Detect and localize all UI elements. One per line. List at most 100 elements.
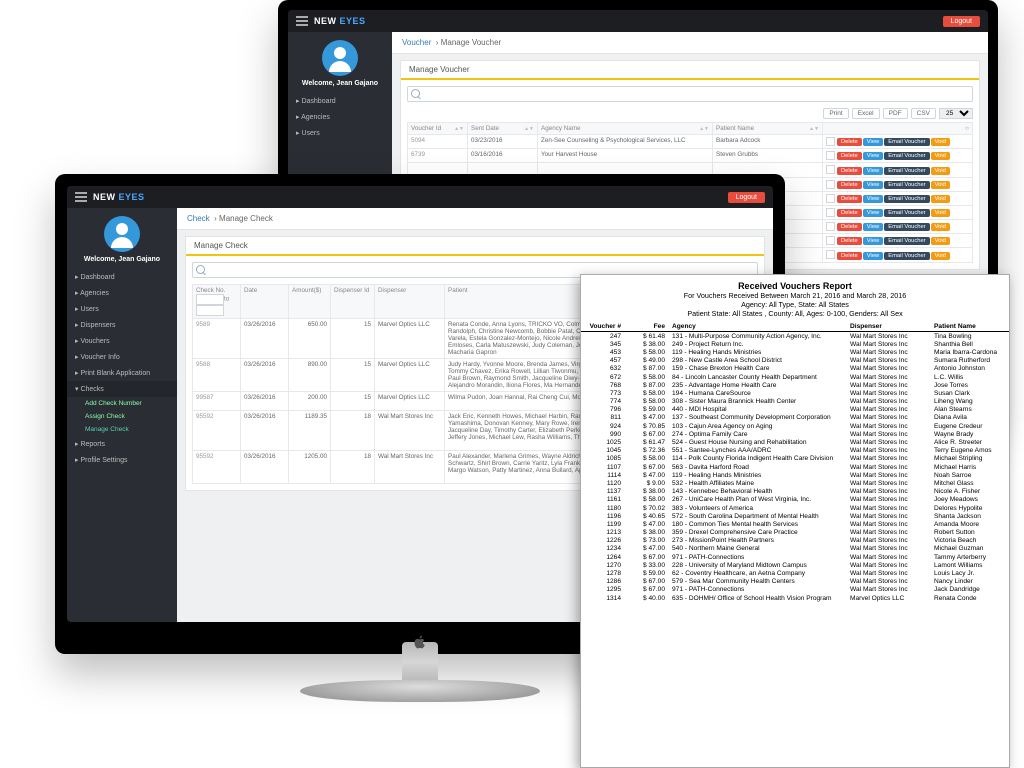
table-row: 1226$ 73.00273 - MissionPoint Health Par… (581, 537, 1009, 545)
email-button[interactable]: Email Voucher (884, 252, 929, 260)
col-dispid[interactable]: Dispenser Id (331, 285, 375, 319)
col-date[interactable]: Date (241, 285, 289, 319)
void-button[interactable]: Void (931, 223, 950, 231)
void-button[interactable]: Void (931, 167, 950, 175)
sidebar-item[interactable]: ▸ Print Blank Application (67, 365, 177, 381)
email-button[interactable]: Email Voucher (884, 209, 929, 217)
sidebar-item[interactable]: ▾ Checks (67, 381, 177, 397)
sidebar-subitem[interactable]: Add Check Number (67, 397, 177, 410)
sidebar-item[interactable]: ▸ Reports (67, 436, 177, 452)
pagesize-select[interactable]: 25 (939, 108, 973, 119)
sidebar-subitem[interactable]: Manage Check (67, 423, 177, 436)
col-agency[interactable]: Agency Name▲▼ (538, 123, 713, 135)
view-button[interactable]: View (863, 152, 883, 160)
email-button[interactable]: Email Voucher (884, 237, 929, 245)
sidebar-item[interactable]: ▸ Dashboard (288, 93, 392, 109)
delete-button[interactable]: Delete (837, 237, 862, 245)
sidebar-item[interactable]: ▸ Users (67, 301, 177, 317)
delete-button[interactable]: Delete (837, 195, 862, 203)
sidebar-item[interactable]: ▸ Agencies (288, 109, 392, 125)
col-dispenser[interactable]: Dispenser (375, 285, 445, 319)
void-button[interactable]: Void (931, 209, 950, 217)
row-checkbox[interactable] (826, 180, 835, 189)
view-button[interactable]: View (863, 181, 883, 189)
email-button[interactable]: Email Voucher (884, 223, 929, 231)
delete-button[interactable]: Delete (837, 209, 862, 217)
view-button[interactable]: View (863, 223, 883, 231)
row-checkbox[interactable] (826, 222, 835, 231)
delete-button[interactable]: Delete (837, 252, 862, 260)
topbar: NEW EYES Logout (288, 10, 988, 32)
print-button[interactable]: Print (823, 108, 848, 119)
delete-button[interactable]: Delete (837, 181, 862, 189)
breadcrumb-root[interactable]: Voucher (402, 38, 431, 47)
report-range: For Vouchers Received Between March 21, … (589, 291, 1001, 300)
checkno-from[interactable] (196, 294, 224, 305)
sidebar-item[interactable]: ▸ Vouchers (67, 333, 177, 349)
view-button[interactable]: View (863, 252, 883, 260)
table-row: 796$ 59.00440 - MDI HospitalWal Mart Sto… (581, 406, 1009, 414)
sidebar-item[interactable]: ▸ Dashboard (67, 269, 177, 285)
table-row: 345$ 38.00249 - Project Return Inc.Wal M… (581, 340, 1009, 348)
row-checkbox[interactable] (826, 236, 835, 245)
view-button[interactable]: View (863, 167, 883, 175)
breadcrumb-root[interactable]: Check (187, 214, 210, 223)
sidebar-subitem[interactable]: Assign Check (67, 410, 177, 423)
email-button[interactable]: Email Voucher (884, 167, 929, 175)
void-button[interactable]: Void (931, 138, 950, 146)
void-button[interactable]: Void (931, 237, 950, 245)
sidebar-item[interactable]: ▸ Profile Settings (67, 452, 177, 468)
logout-button[interactable]: Logout (728, 192, 765, 203)
delete-button[interactable]: Delete (837, 152, 862, 160)
view-button[interactable]: View (863, 209, 883, 217)
table-row: 990$ 67.00274 - Optima Family CareWal Ma… (581, 430, 1009, 438)
void-button[interactable]: Void (931, 152, 950, 160)
brand: NEW EYES (93, 192, 145, 202)
void-button[interactable]: Void (931, 181, 950, 189)
delete-button[interactable]: Delete (837, 167, 862, 175)
delete-button[interactable]: Delete (837, 138, 862, 146)
email-button[interactable]: Email Voucher (884, 195, 929, 203)
row-checkbox[interactable] (826, 208, 835, 217)
view-button[interactable]: View (863, 195, 883, 203)
view-button[interactable]: View (863, 138, 883, 146)
search-input[interactable] (407, 86, 973, 102)
sidebar-item[interactable]: ▸ Dispensers (67, 317, 177, 333)
col-amount[interactable]: Amount($) (289, 285, 331, 319)
logout-button[interactable]: Logout (943, 16, 980, 27)
row-checkbox[interactable] (826, 194, 835, 203)
row-checkbox[interactable] (826, 151, 835, 160)
void-button[interactable]: Void (931, 195, 950, 203)
col-fee: Fee (627, 322, 669, 332)
email-button[interactable]: Email Voucher (884, 181, 929, 189)
pdf-button[interactable]: PDF (883, 108, 908, 119)
col-voucher: Voucher # (581, 322, 627, 332)
checkno-to[interactable] (196, 305, 224, 316)
table-row: 247$ 61.48131 - Multi-Purpose Community … (581, 332, 1009, 341)
row-checkbox[interactable] (826, 137, 835, 146)
email-button[interactable]: Email Voucher (884, 152, 929, 160)
sidebar-item[interactable]: ▸ Voucher Info (67, 349, 177, 365)
delete-button[interactable]: Delete (837, 223, 862, 231)
report-title: Received Vouchers Report (589, 281, 1001, 291)
void-button[interactable]: Void (931, 252, 950, 260)
menu-icon[interactable] (75, 192, 87, 202)
email-button[interactable]: Email Voucher (884, 138, 929, 146)
excel-button[interactable]: Excel (852, 108, 880, 119)
col-patient[interactable]: Patient Name▲▼ (713, 123, 823, 135)
brand: NEW EYES (314, 16, 366, 26)
sidebar-item[interactable]: ▸ Agencies (67, 285, 177, 301)
col-check-no[interactable]: Check No. to (193, 285, 241, 319)
view-button[interactable]: View (863, 237, 883, 245)
sidebar-item[interactable]: ▸ Users (288, 125, 392, 141)
export-toolbar: Print Excel PDF CSV 25 (407, 108, 973, 119)
csv-button[interactable]: CSV (911, 108, 936, 119)
row-checkbox[interactable] (826, 165, 835, 174)
col-sent-date[interactable]: Sent Date▲▼ (468, 123, 538, 135)
table-row: 1270$ 33.00228 - University of Maryland … (581, 561, 1009, 569)
col-actions: ⟲ (823, 123, 973, 135)
panel-title: Manage Check (186, 237, 764, 256)
row-checkbox[interactable] (826, 250, 835, 259)
col-voucher-id[interactable]: Voucher Id▲▼ (408, 123, 468, 135)
menu-icon[interactable] (296, 16, 308, 26)
